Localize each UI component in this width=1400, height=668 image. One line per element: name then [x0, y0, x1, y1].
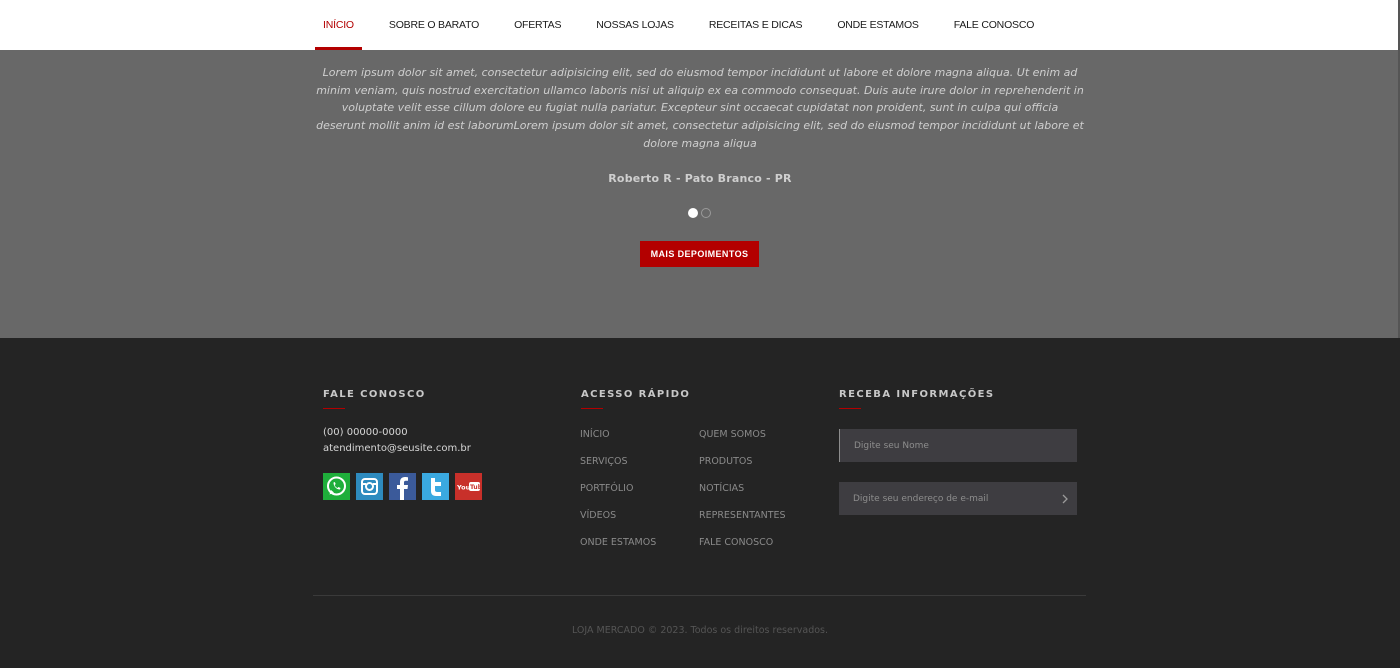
- nav-list: INÍCIO SOBRE O BARATO OFERTAS NOSSAS LOJ…: [315, 0, 1061, 50]
- facebook-icon[interactable]: [389, 473, 416, 500]
- nav-item-sobre-o-barato[interactable]: SOBRE O BARATO: [381, 0, 487, 50]
- copyright-text: LOJA MERCADO © 2023. Todos os direitos r…: [571, 625, 829, 636]
- testimonial-quote: Lorem ipsum dolor sit amet, consectetur …: [316, 66, 1084, 150]
- testimonial-section: Lorem ipsum dolor sit amet, consectetur …: [0, 50, 1400, 338]
- footer-link-onde-estamos[interactable]: ONDE ESTAMOS: [580, 536, 699, 550]
- footer-link-portfolio[interactable]: PORTFÓLIO: [580, 482, 699, 496]
- chevron-right-icon: [1062, 494, 1068, 503]
- footer-link-quem-somos[interactable]: QUEM SOMOS: [699, 428, 809, 442]
- svg-text:You: You: [456, 484, 471, 492]
- contact-info: (00) 00000-0000 atendimento@seusite.com.…: [323, 425, 471, 457]
- main-nav: INÍCIO SOBRE O BARATO OFERTAS NOSSAS LOJ…: [0, 0, 1400, 50]
- nav-item-label: FALE CONOSCO: [953, 19, 1035, 31]
- nav-item-ofertas[interactable]: OFERTAS: [506, 0, 569, 50]
- nav-item-nossas-lojas[interactable]: NOSSAS LOJAS: [588, 0, 682, 50]
- name-input[interactable]: [839, 429, 1077, 462]
- nav-item-inicio[interactable]: INÍCIO: [315, 0, 362, 50]
- footer-link-produtos[interactable]: PRODUTOS: [699, 455, 809, 469]
- nav-item-receitas-e-dicas[interactable]: RECEITAS E DICAS: [701, 0, 810, 50]
- nav-item-label: NOSSAS LOJAS: [596, 19, 674, 31]
- footer-link-inicio[interactable]: INÍCIO: [580, 428, 699, 442]
- nav-item-label: ONDE ESTAMOS: [837, 19, 919, 31]
- nav-item-fale-conosco[interactable]: FALE CONOSCO: [946, 0, 1042, 50]
- newsletter-title: RECEBA INFORMAÇÕES: [839, 389, 995, 409]
- newsletter-submit-button[interactable]: [1052, 482, 1077, 515]
- instagram-icon[interactable]: [356, 473, 383, 500]
- whatsapp-icon[interactable]: [323, 473, 350, 500]
- carousel-dots: [688, 208, 711, 218]
- carousel-dot-1[interactable]: [688, 208, 698, 218]
- footer-divider: [313, 595, 1086, 596]
- contact-title: FALE CONOSCO: [323, 389, 426, 409]
- nav-item-label: RECEITAS E DICAS: [708, 19, 803, 31]
- svg-text:Tube: Tube: [470, 484, 482, 491]
- footer: FALE CONOSCO (00) 00000-0000 atendimento…: [0, 338, 1400, 668]
- contact-email[interactable]: atendimento@seusite.com.br: [323, 441, 471, 457]
- nav-item-label: SOBRE O BARATO: [388, 19, 480, 31]
- footer-link-noticias[interactable]: NOTÍCIAS: [699, 482, 809, 496]
- social-icons: YouTube: [323, 473, 482, 500]
- email-input[interactable]: [839, 482, 1077, 515]
- footer-link-fale-conosco[interactable]: FALE CONOSCO: [699, 536, 809, 550]
- nav-item-label: INÍCIO: [323, 19, 354, 31]
- more-testimonials-button[interactable]: MAIS DEPOIMENTOS: [640, 241, 759, 267]
- youtube-icon[interactable]: YouTube: [455, 473, 482, 500]
- nav-item-label: OFERTAS: [514, 19, 562, 31]
- nav-item-onde-estamos[interactable]: ONDE ESTAMOS: [829, 0, 926, 50]
- carousel-dot-2[interactable]: [701, 208, 711, 218]
- contact-phone: (00) 00000-0000: [323, 427, 408, 438]
- quick-access-title: ACESSO RÁPIDO: [581, 389, 691, 409]
- footer-link-videos[interactable]: VÍDEOS: [580, 509, 699, 523]
- quick-access-links: INÍCIO QUEM SOMOS SERVIÇOS PRODUTOS PORT…: [580, 428, 809, 550]
- footer-link-servicos[interactable]: SERVIÇOS: [580, 455, 699, 469]
- twitter-icon[interactable]: [422, 473, 449, 500]
- footer-link-representantes[interactable]: REPRESENTANTES: [699, 509, 809, 523]
- testimonial-author: Roberto R - Pato Branco - PR: [608, 172, 792, 185]
